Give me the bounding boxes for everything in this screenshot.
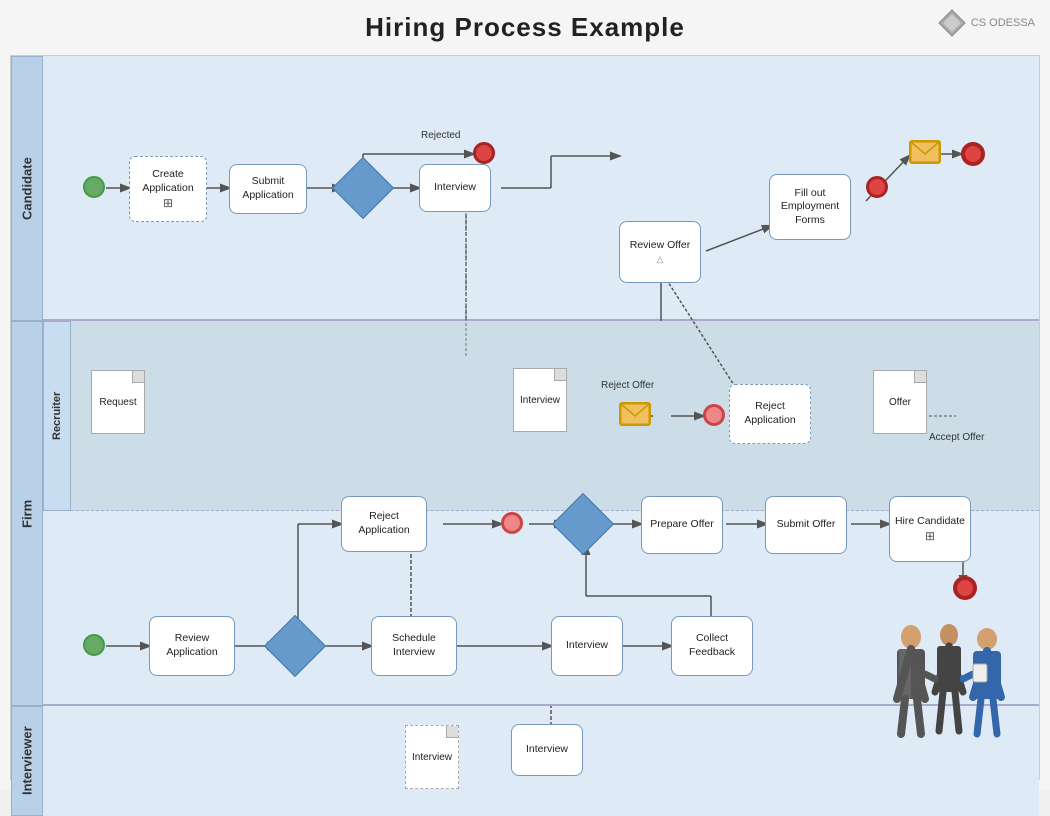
start-circle-candidate [83, 176, 105, 198]
reject-offer-label: Reject Offer [601, 380, 654, 391]
lane-label-candidate: Candidate [11, 56, 43, 321]
grid-icon: ⊞ [134, 196, 202, 210]
lane-label-interviewer: Interviewer [11, 706, 43, 816]
collect-feedback-node[interactable]: Collect Feedback [671, 616, 753, 676]
schedule-interview-node[interactable]: Schedule Interview [371, 616, 457, 676]
submit-application-node[interactable]: Submit Application [229, 164, 307, 214]
review-offer-node[interactable]: Review Offer △ [619, 221, 701, 283]
offer-doc-node[interactable]: Offer [869, 366, 931, 438]
accept-offer-label: Accept Offer [929, 432, 984, 443]
pink-circle-recruiter [703, 404, 725, 426]
rejected-label: Rejected [421, 130, 460, 141]
interview-doc-recruiter[interactable]: Interview [509, 364, 571, 436]
interview-firm-node[interactable]: Interview [551, 616, 623, 676]
diagram-area: Candidate Firm Interviewer Recruiter [10, 55, 1040, 780]
logo: CS ODESSA [937, 8, 1035, 38]
interview-candidate-node[interactable]: Interview [419, 164, 491, 212]
envelope-node-recruiter [619, 402, 651, 426]
submit-offer-node[interactable]: Submit Offer [765, 496, 847, 554]
interview-doc-interviewer[interactable]: Interview [401, 721, 463, 793]
prepare-offer-node[interactable]: Prepare Offer [641, 496, 723, 554]
envelope-node-top [909, 140, 941, 164]
reject-application-lower-node[interactable]: Reject Application [341, 496, 427, 552]
hire-grid-icon: ⊞ [895, 529, 965, 543]
hire-candidate-node[interactable]: Hire Candidate ⊞ [889, 496, 971, 562]
main-container: Hiring Process Example CS ODESSA Candida… [0, 0, 1050, 790]
create-application-node[interactable]: Create Application ⊞ [129, 156, 207, 222]
reject-application-upper-node[interactable]: Reject Application [729, 384, 811, 444]
start-circle-firm [83, 634, 105, 656]
decision-firm [273, 624, 317, 668]
lane-label-firm: Firm [11, 321, 43, 706]
lane-label-recruiter: Recruiter [43, 321, 71, 511]
people-illustration [869, 619, 1029, 759]
fill-employment-node[interactable]: Fill out Employment Forms [769, 174, 851, 240]
request-doc-node[interactable]: Request [87, 366, 149, 438]
review-application-node[interactable]: Review Application [149, 616, 235, 676]
end-circle-top-right [961, 142, 985, 166]
decision-firm2 [561, 502, 605, 546]
end-circle-employment [866, 176, 888, 198]
interview-interviewer-node[interactable]: Interview [511, 724, 583, 776]
pink-circle-firm [501, 512, 523, 534]
rejected-end-circle [473, 142, 495, 164]
page-title: Hiring Process Example [0, 0, 1050, 49]
people-svg [869, 619, 1029, 759]
end-circle-hire [953, 576, 977, 600]
decision-candidate [341, 166, 385, 210]
